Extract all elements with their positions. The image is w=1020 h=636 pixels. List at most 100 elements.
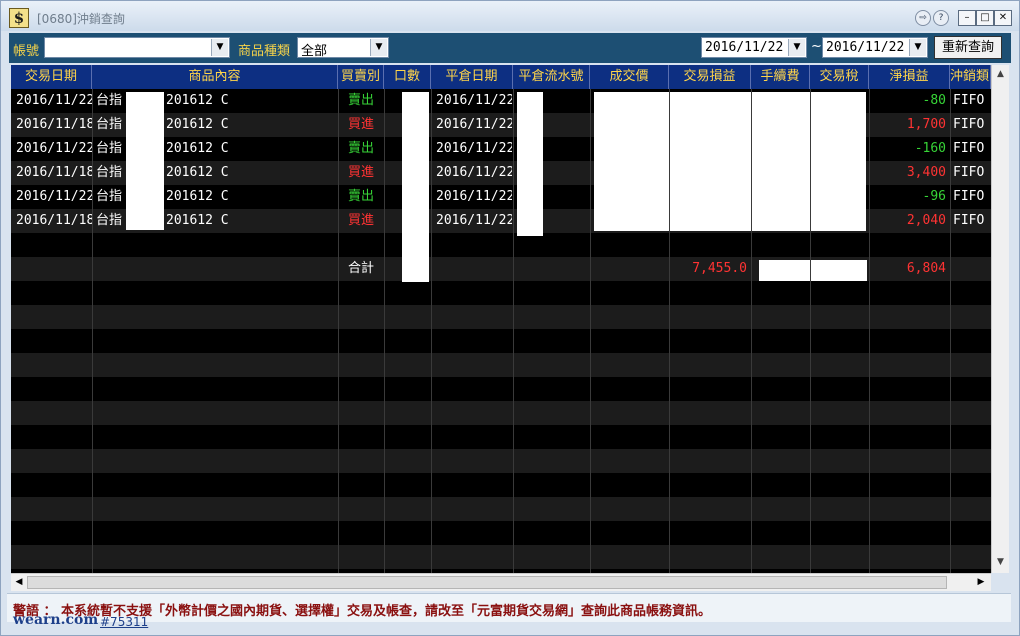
app-window: $ [0680]沖銷查詢 ⇨ ? – □ ✕ 帳號 ▼ 商品種類 全部 ▼ 20… bbox=[0, 0, 1020, 636]
trade-date-cell: 2016/11/22 bbox=[16, 189, 92, 204]
trade-date-cell: 2016/11/22 bbox=[16, 93, 92, 108]
results-grid: 交易日期 商品內容 買賣別 口數 平倉日期 平倉流水號 成交價 交易損益 手續費… bbox=[11, 65, 1008, 573]
product-type-select[interactable]: 全部 ▼ bbox=[297, 37, 389, 59]
trade-date-cell: 2016/11/18 bbox=[16, 117, 92, 132]
method-cell: FIFO bbox=[953, 117, 985, 132]
date-separator: ~ bbox=[811, 39, 822, 54]
chevron-down-icon[interactable]: ▼ bbox=[211, 39, 228, 56]
product-prefix-cell: 台指 bbox=[96, 165, 123, 180]
scroll-right-icon[interactable]: ▶ bbox=[974, 576, 988, 589]
watermark-id[interactable]: #75311 bbox=[100, 615, 148, 629]
close-date-cell: 2016/11/22 bbox=[436, 165, 512, 180]
chevron-down-icon[interactable]: ▼ bbox=[909, 39, 926, 56]
side-cell: 買進 bbox=[347, 165, 374, 180]
method-cell: FIFO bbox=[953, 141, 985, 156]
side-cell: 賣出 bbox=[347, 141, 374, 156]
product-prefix-cell: 台指 bbox=[96, 141, 123, 156]
net-pnl-cell: 1,700 bbox=[906, 117, 946, 132]
net-pnl-cell: -96 bbox=[922, 189, 946, 204]
method-cell: FIFO bbox=[953, 165, 985, 180]
grid-body: 2016/11/22 台指 201612 C 賣出 2016/11/22 -80… bbox=[11, 89, 991, 573]
grid-divider bbox=[590, 89, 591, 573]
column-header[interactable]: 手續費 bbox=[751, 65, 810, 89]
grid-divider bbox=[751, 89, 752, 573]
column-header[interactable]: 交易損益 bbox=[669, 65, 751, 89]
product-suffix-cell: 201612 C bbox=[166, 117, 229, 132]
scroll-thumb[interactable] bbox=[27, 576, 947, 589]
product-prefix-cell: 台指 bbox=[96, 213, 123, 228]
column-header[interactable]: 交易稅 bbox=[810, 65, 869, 89]
grid-divider bbox=[869, 89, 870, 573]
watermark-brand: wearn.com bbox=[13, 612, 99, 628]
grid-divider bbox=[513, 89, 514, 573]
summary-label: 合計 bbox=[347, 261, 374, 276]
horizontal-scrollbar[interactable]: ◀ ▶ bbox=[11, 573, 991, 591]
chevron-down-icon[interactable]: ▼ bbox=[788, 39, 805, 56]
product-prefix-cell: 台指 bbox=[96, 117, 123, 132]
column-header[interactable]: 成交價 bbox=[590, 65, 669, 89]
side-cell: 賣出 bbox=[347, 189, 374, 204]
table-row bbox=[11, 233, 991, 257]
grid-divider bbox=[92, 89, 93, 573]
empty-row bbox=[11, 329, 991, 353]
scroll-up-icon[interactable]: ▲ bbox=[994, 67, 1007, 81]
minimize-button[interactable]: – bbox=[958, 10, 976, 26]
product-prefix-cell: 台指 bbox=[96, 93, 123, 108]
product-suffix-cell: 201612 C bbox=[166, 141, 229, 156]
column-header[interactable]: 商品內容 bbox=[92, 65, 338, 89]
maximize-button[interactable]: □ bbox=[976, 10, 994, 26]
summary-trade-pnl: 7,455.0 bbox=[692, 261, 747, 276]
close-date-cell: 2016/11/22 bbox=[436, 117, 512, 132]
net-pnl-cell: 3,400 bbox=[906, 165, 946, 180]
method-cell: FIFO bbox=[953, 189, 985, 204]
grid-header: 交易日期 商品內容 買賣別 口數 平倉日期 平倉流水號 成交價 交易損益 手續費… bbox=[11, 65, 991, 89]
date-to-select[interactable]: 2016/11/22 ▼ bbox=[822, 37, 928, 58]
column-header[interactable]: 買賣別 bbox=[338, 65, 384, 89]
column-header[interactable]: 平倉日期 bbox=[431, 65, 513, 89]
column-header[interactable]: 淨損益 bbox=[869, 65, 950, 89]
product-suffix-cell: 201612 C bbox=[166, 93, 229, 108]
account-select[interactable]: ▼ bbox=[44, 37, 230, 58]
column-header[interactable]: 口數 bbox=[384, 65, 431, 89]
redaction-block bbox=[402, 92, 429, 282]
method-cell: FIFO bbox=[953, 213, 985, 228]
help-icon[interactable]: ? bbox=[933, 10, 949, 26]
vertical-scrollbar[interactable]: ▲ ▼ bbox=[991, 65, 1009, 573]
side-cell: 買進 bbox=[347, 117, 374, 132]
empty-row bbox=[11, 377, 991, 401]
warning-bar: 警語 ： 本系統暫不支援「外幣計價之國內期貨、選擇權」交易及帳查，請改至「元富期… bbox=[7, 593, 1011, 622]
trade-date-cell: 2016/11/22 bbox=[16, 141, 92, 156]
empty-row bbox=[11, 449, 991, 473]
column-header[interactable]: 交易日期 bbox=[11, 65, 92, 89]
query-toolbar: 帳號 ▼ 商品種類 全部 ▼ 2016/11/22 ▼ ~ 2016/11/22… bbox=[9, 33, 1011, 63]
requery-button[interactable]: 重新查詢 bbox=[934, 36, 1002, 59]
close-date-cell: 2016/11/22 bbox=[436, 141, 512, 156]
close-date-cell: 2016/11/22 bbox=[436, 93, 512, 108]
grid-divider bbox=[431, 89, 432, 573]
summary-net-pnl: 6,804 bbox=[906, 261, 946, 276]
empty-row bbox=[11, 305, 991, 329]
product-suffix-cell: 201612 C bbox=[166, 165, 229, 180]
net-pnl-cell: -160 bbox=[914, 141, 946, 156]
date-from-select[interactable]: 2016/11/22 ▼ bbox=[701, 37, 807, 58]
date-from-value: 2016/11/22 bbox=[705, 40, 784, 55]
forward-icon[interactable]: ⇨ bbox=[915, 10, 931, 26]
empty-row bbox=[11, 497, 991, 521]
title-bar[interactable]: $ [0680]沖銷查詢 ⇨ ? – □ ✕ bbox=[1, 1, 1019, 31]
product-suffix-cell: 201612 C bbox=[166, 213, 229, 228]
column-header[interactable]: 沖銷類 bbox=[950, 65, 991, 89]
trade-date-cell: 2016/11/18 bbox=[16, 213, 92, 228]
scroll-down-icon[interactable]: ▼ bbox=[994, 555, 1007, 569]
scroll-left-icon[interactable]: ◀ bbox=[12, 576, 26, 589]
product-type-value: 全部 bbox=[301, 44, 328, 59]
empty-row bbox=[11, 401, 991, 425]
column-header[interactable]: 平倉流水號 bbox=[513, 65, 590, 89]
dollar-icon: $ bbox=[9, 8, 29, 28]
chevron-down-icon[interactable]: ▼ bbox=[370, 39, 387, 56]
empty-row bbox=[11, 353, 991, 377]
grid-divider bbox=[384, 89, 385, 573]
grid-divider bbox=[669, 89, 670, 573]
net-pnl-cell: -80 bbox=[922, 93, 946, 108]
close-button[interactable]: ✕ bbox=[994, 10, 1012, 26]
empty-row bbox=[11, 521, 991, 545]
